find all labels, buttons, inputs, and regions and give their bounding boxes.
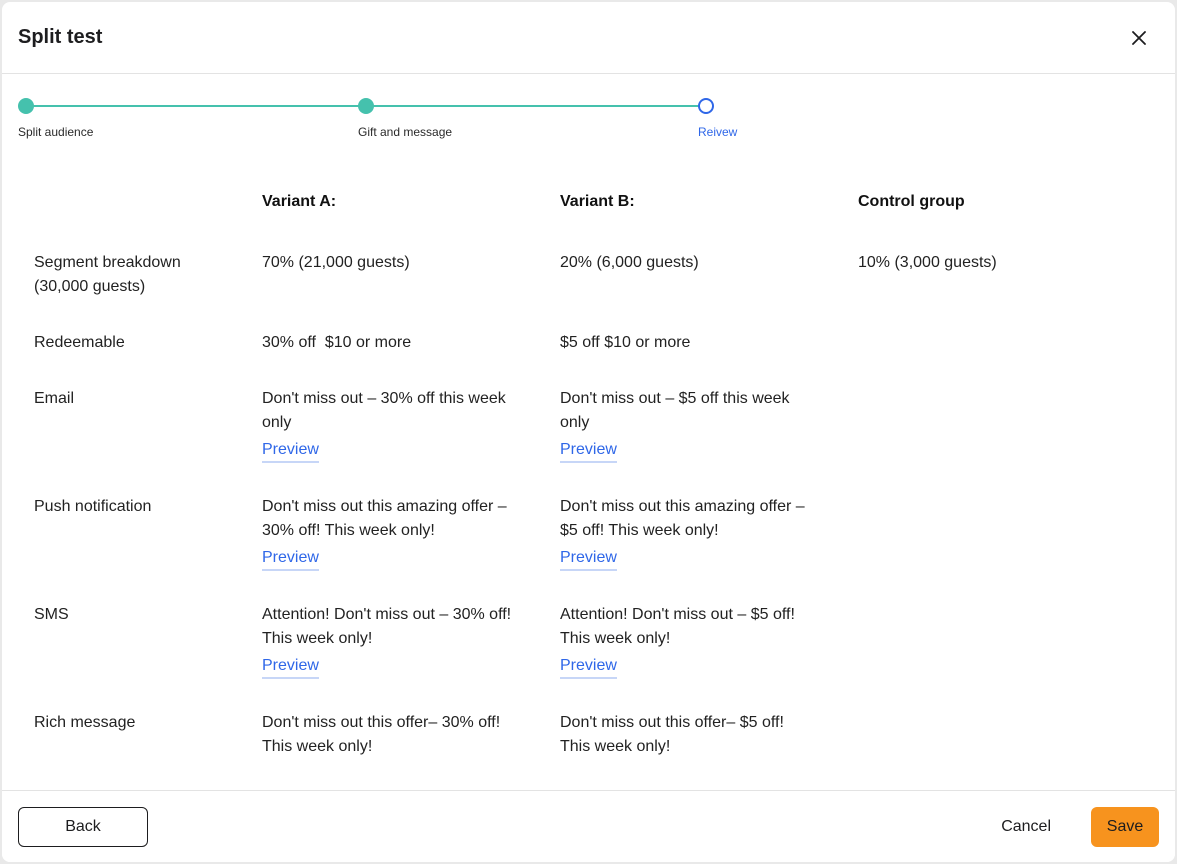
row-label-push-notification: Push notification xyxy=(34,498,152,515)
dialog-title: Split test xyxy=(18,26,103,48)
stepper-connector xyxy=(26,105,366,107)
row-label-rich-message: Rich message xyxy=(34,714,136,731)
cell-segment-variant-a: 70% (21,000 guests) xyxy=(262,254,410,271)
row-label-email: Email xyxy=(34,390,75,407)
push-variant-b-text: Don't miss out this amazing offer – $5 o… xyxy=(560,498,805,539)
cell-rich-variant-a: Don't miss out this offer– 30% off! This… xyxy=(262,714,501,755)
cell-push-variant-a: Don't miss out this amazing offer – 30% … xyxy=(262,495,512,571)
cancel-button[interactable]: Cancel xyxy=(997,807,1055,847)
dialog-footer: Back Cancel Save xyxy=(2,790,1175,862)
cell-redeemable-variant-b: $5 off $10 or more xyxy=(560,334,691,351)
step-2-indicator xyxy=(358,98,374,114)
dialog-header: Split test xyxy=(2,2,1175,74)
cell-segment-variant-b: 20% (6,000 guests) xyxy=(560,254,699,271)
step-1-indicator xyxy=(18,98,34,114)
back-button[interactable]: Back xyxy=(18,807,148,847)
row-label-segment-breakdown: Segment breakdown (30,000 guests) xyxy=(34,254,181,295)
step-2-label[interactable]: Gift and message xyxy=(358,125,452,139)
cell-rich-variant-b: Don't miss out this offer– $5 off! This … xyxy=(560,714,784,755)
push-variant-a-text: Don't miss out this amazing offer – 30% … xyxy=(262,498,507,539)
progress-stepper: Split audience Gift and message Reivew xyxy=(2,74,1175,154)
save-button[interactable]: Save xyxy=(1091,807,1159,847)
step-3-indicator xyxy=(698,98,714,114)
column-header-control-group: Control group xyxy=(858,193,965,210)
stepper-connector xyxy=(366,105,706,107)
cell-email-variant-a: Don't miss out – 30% off this week only … xyxy=(262,387,512,463)
step-3-label[interactable]: Reivew xyxy=(698,125,737,139)
sms-variant-a-text: Attention! Don't miss out – 30% off! Thi… xyxy=(262,606,512,647)
push-variant-b-preview-link[interactable]: Preview xyxy=(560,547,617,571)
cell-push-variant-b: Don't miss out this amazing offer – $5 o… xyxy=(560,495,810,571)
step-1-label[interactable]: Split audience xyxy=(18,125,93,139)
column-header-variant-b: Variant B: xyxy=(560,193,635,210)
sms-variant-b-preview-link[interactable]: Preview xyxy=(560,655,617,679)
cell-sms-variant-a: Attention! Don't miss out – 30% off! Thi… xyxy=(262,603,512,679)
row-label-redeemable: Redeemable xyxy=(34,334,125,351)
email-variant-a-text: Don't miss out – 30% off this week only xyxy=(262,390,506,431)
email-variant-b-text: Don't miss out – $5 off this week only xyxy=(560,390,790,431)
cell-segment-control: 10% (3,000 guests) xyxy=(858,254,997,271)
close-icon[interactable] xyxy=(1129,28,1149,48)
email-variant-b-preview-link[interactable]: Preview xyxy=(560,439,617,463)
sms-variant-b-text: Attention! Don't miss out – $5 off! This… xyxy=(560,606,795,647)
column-header-variant-a: Variant A: xyxy=(262,193,337,210)
split-test-dialog: Split test Split audience Gift and messa… xyxy=(2,2,1175,862)
cell-redeemable-variant-a: 30% off $10 or more xyxy=(262,334,412,351)
row-label-sms: SMS xyxy=(34,606,69,623)
push-variant-a-preview-link[interactable]: Preview xyxy=(262,547,319,571)
email-variant-a-preview-link[interactable]: Preview xyxy=(262,439,319,463)
sms-variant-a-preview-link[interactable]: Preview xyxy=(262,655,319,679)
cell-sms-variant-b: Attention! Don't miss out – $5 off! This… xyxy=(560,603,810,679)
cell-email-variant-b: Don't miss out – $5 off this week only P… xyxy=(560,387,810,463)
